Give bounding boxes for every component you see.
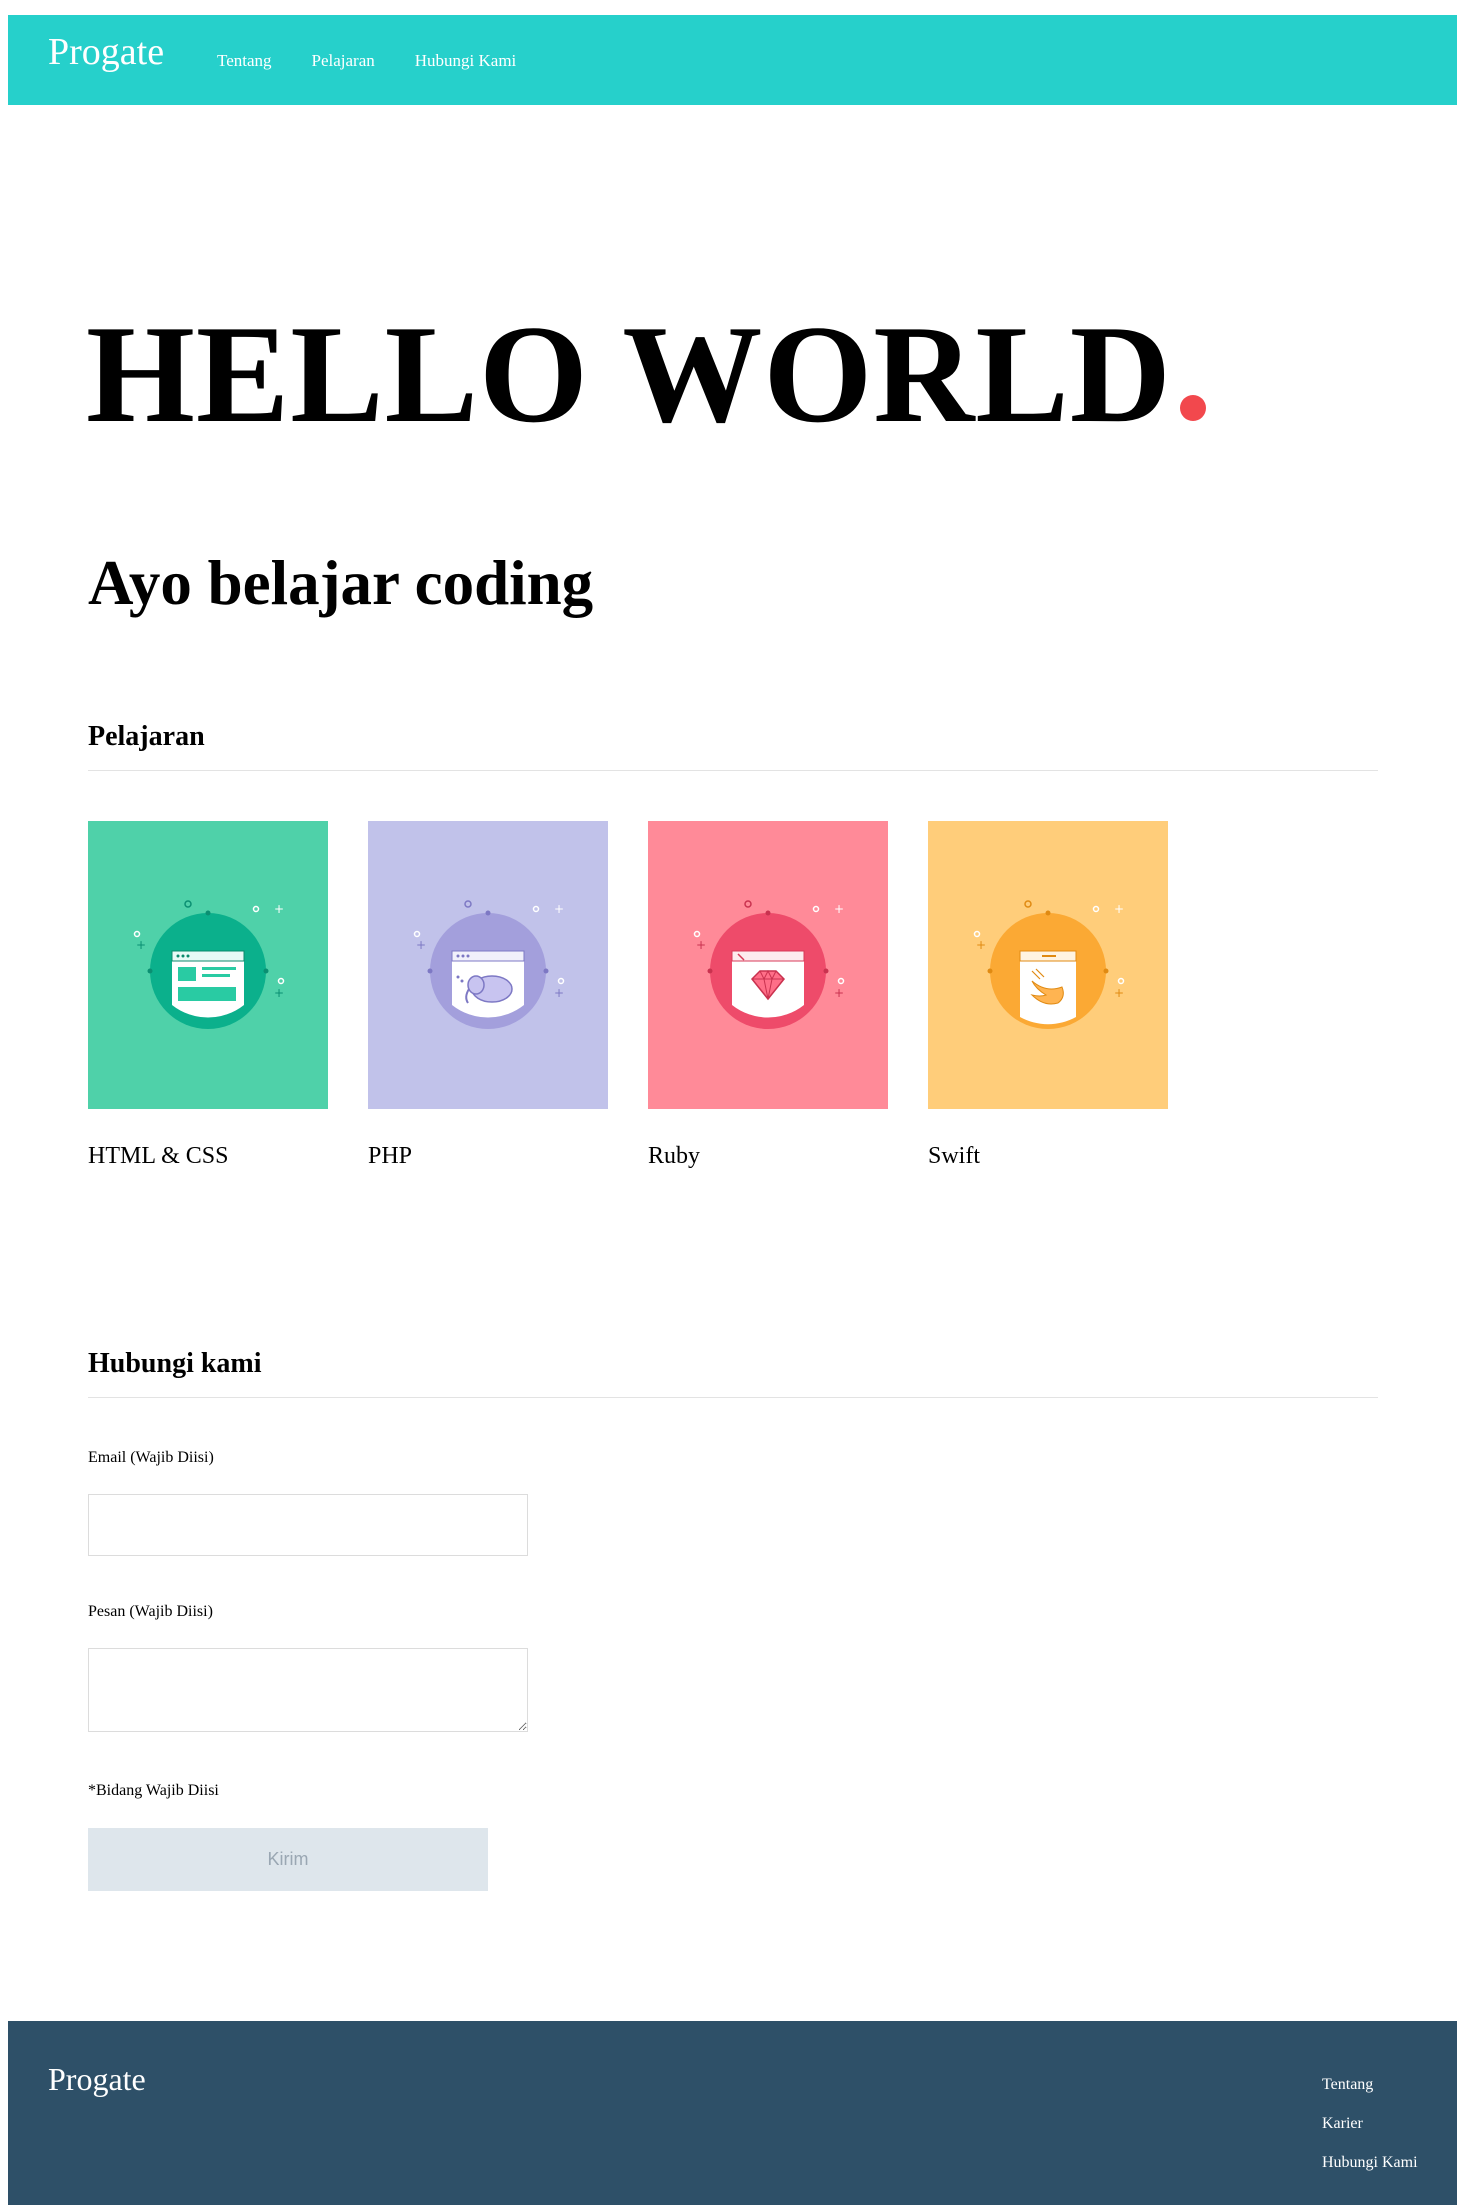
svg-text:+: +	[1114, 902, 1124, 916]
email-field[interactable]	[88, 1494, 528, 1556]
svg-text:+: +	[416, 938, 426, 952]
hero-subtitle: Ayo belajar coding	[88, 548, 594, 618]
hero-title-dot	[1179, 395, 1206, 421]
contact-divider	[88, 1397, 1378, 1398]
submit-button[interactable]: Kirim	[88, 1828, 488, 1891]
svg-text:+: +	[696, 938, 706, 952]
svg-text:+: +	[554, 902, 564, 916]
email-label: Email (Wajib Diisi)	[88, 1449, 214, 1466]
nav-link-tentang[interactable]: Tentang	[217, 49, 272, 73]
svg-text:+: +	[976, 938, 986, 952]
svg-text:+: +	[1114, 986, 1124, 1000]
svg-text:+: +	[834, 986, 844, 1000]
lessons-heading: Pelajaran	[88, 721, 205, 752]
message-textarea[interactable]	[88, 1648, 528, 1732]
lesson-name: PHP	[368, 1143, 413, 1169]
lesson-art-swift: + + +	[928, 821, 1168, 1109]
contact-heading: Hubungi kami	[88, 1348, 262, 1379]
lesson-art-php: + + +	[368, 821, 608, 1109]
footer-logo[interactable]: Progate	[48, 2063, 146, 2095]
lesson-card-php[interactable]: + + + PHP	[368, 821, 608, 1169]
header-nav: Tentang Pelajaran Hubungi Kami	[217, 49, 556, 73]
footer-links: Tentang Karier Hubungi Kami	[1322, 2077, 1418, 2194]
svg-text:+: +	[554, 986, 564, 1000]
site-header: Progate Tentang Pelajaran Hubungi Kami	[8, 15, 1457, 105]
lesson-name: Swift	[928, 1143, 981, 1169]
footer-link-hubungi-kami[interactable]: Hubungi Kami	[1322, 2155, 1418, 2171]
lesson-card-ruby[interactable]: + + + Ruby	[648, 821, 888, 1169]
message-label: Pesan (Wajib Diisi)	[88, 1603, 213, 1620]
lesson-card-swift[interactable]: + + + Swift	[928, 821, 1168, 1169]
lesson-name: HTML & CSS	[88, 1143, 229, 1169]
svg-text:+: +	[274, 986, 284, 1000]
lessons-divider	[88, 770, 1378, 771]
site-footer: Progate Tentang Karier Hubungi Kami	[8, 2021, 1457, 2205]
hero-title: HELLO WORLD	[86, 305, 1206, 445]
footer-link-karier[interactable]: Karier	[1322, 2116, 1418, 2132]
hero-title-text: HELLO WORLD	[86, 297, 1172, 452]
nav-link-pelajaran[interactable]: Pelajaran	[312, 49, 375, 73]
nav-link-hubungi-kami[interactable]: Hubungi Kami	[415, 49, 517, 73]
lesson-name: Ruby	[648, 1143, 701, 1169]
required-note: *Bidang Wajib Diisi	[88, 1782, 219, 1799]
lesson-art-html-css: + + +	[88, 821, 328, 1109]
svg-text:+: +	[136, 938, 146, 952]
svg-text:+: +	[834, 902, 844, 916]
lesson-art-ruby: + + +	[648, 821, 888, 1109]
footer-link-tentang[interactable]: Tentang	[1322, 2077, 1418, 2093]
svg-text:+: +	[274, 902, 284, 916]
header-logo[interactable]: Progate	[48, 33, 164, 71]
lesson-card-html-css[interactable]: + + + HTML & CSS	[88, 821, 328, 1169]
